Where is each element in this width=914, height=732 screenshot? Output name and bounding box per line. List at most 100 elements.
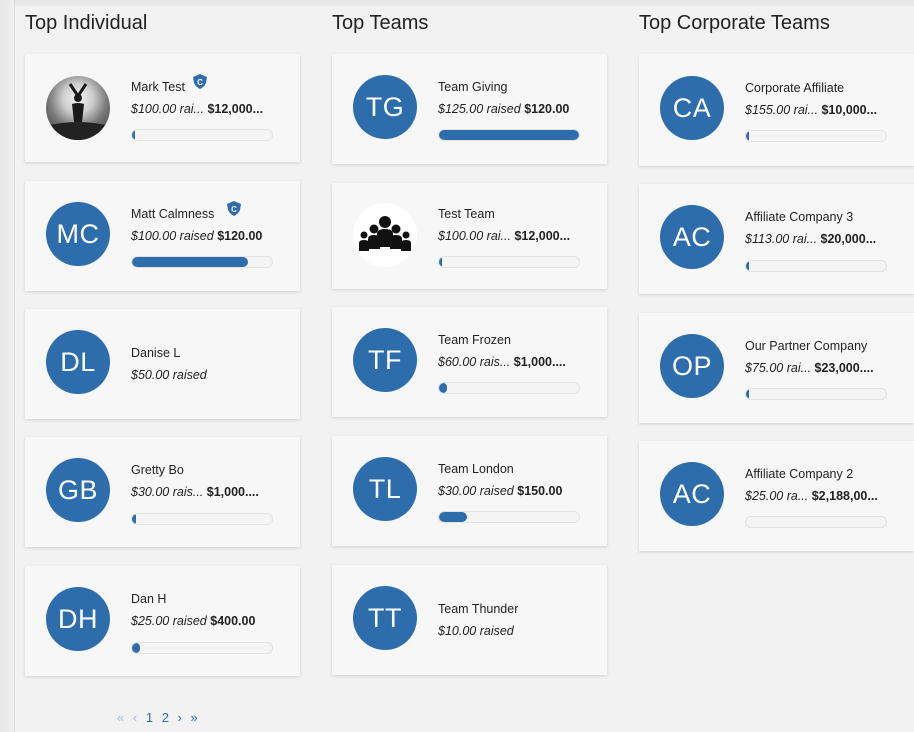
goal-amount: $1,000.... xyxy=(513,355,566,369)
team-name[interactable]: Team Frozen xyxy=(438,333,511,347)
leaderboard-card[interactable]: Test Team $100.00 rai... $12,000... xyxy=(332,183,607,289)
leaderboard-card[interactable]: GB Gretty Bo $30.00 rais... $1,000.... xyxy=(25,437,300,547)
goal-amount: $23,000.... xyxy=(814,361,874,375)
leaderboard-card[interactable]: DH Dan H $25.00 raised $400.00 xyxy=(25,566,300,676)
progress-bar xyxy=(131,513,273,525)
captain-badge-icon: C xyxy=(193,74,207,89)
progress-fill xyxy=(132,514,137,524)
raised-amount: $100.00 rai... xyxy=(131,102,204,116)
amounts-line: $25.00 raised $400.00 xyxy=(131,614,255,628)
amounts-line: $100.00 rai... $12,000... xyxy=(438,229,570,243)
goal-amount: $2,188,00... xyxy=(811,489,878,503)
leaderboard-card[interactable]: DL Danise L $50.00 raised xyxy=(25,309,300,419)
amounts-line: $60.00 rais... $1,000.... xyxy=(438,355,566,369)
raised-amount: $60.00 rais... xyxy=(438,355,511,369)
leaderboard-card[interactable]: OP Our Partner Company $75.00 rai... $23… xyxy=(639,313,914,423)
next-page-link[interactable]: › xyxy=(178,710,182,725)
team-name[interactable]: Our Partner Company xyxy=(745,339,867,353)
left-scroll-rail xyxy=(0,0,15,732)
goal-amount: $10,000... xyxy=(821,103,878,117)
goal-amount: $120.00 xyxy=(217,229,263,243)
group-people-icon xyxy=(353,203,417,267)
participant-name[interactable]: Gretty Bo xyxy=(131,463,184,477)
initials-avatar: TF xyxy=(353,328,417,392)
participant-name[interactable]: Matt Calmness xyxy=(131,207,214,221)
progress-fill xyxy=(439,383,448,393)
top-shade xyxy=(0,0,914,6)
initials-avatar: AC xyxy=(660,205,724,269)
column-title: Top Individual xyxy=(25,12,148,34)
progress-fill xyxy=(439,130,579,140)
amounts-line: $25.00 ra... $2,188,00... xyxy=(745,489,878,503)
progress-fill xyxy=(132,130,135,140)
progress-bar xyxy=(745,260,887,272)
initials-avatar: TT xyxy=(353,586,417,650)
participant-name[interactable]: Dan H xyxy=(131,592,166,606)
progress-bar xyxy=(438,511,580,523)
progress-fill xyxy=(439,512,467,522)
team-name[interactable]: Team Thunder xyxy=(438,602,518,616)
team-name[interactable]: Affiliate Company 3 xyxy=(745,210,853,224)
page-link-1[interactable]: 1 xyxy=(146,710,153,725)
raised-amount: $100.00 raised xyxy=(131,229,214,243)
progress-fill xyxy=(746,131,749,141)
raised-amount: $30.00 raised xyxy=(438,484,514,498)
raised-amount: $113.00 rai... xyxy=(745,232,818,246)
progress-bar xyxy=(745,516,887,528)
leaderboard-card[interactable]: TF Team Frozen $60.00 rais... $1,000.... xyxy=(332,307,607,417)
team-name[interactable]: Team London xyxy=(438,462,514,476)
amounts-line: $155.00 rai... $10,000... xyxy=(745,103,877,117)
goal-amount: $12,000... xyxy=(207,102,264,116)
leaderboard-card[interactable]: AC Affiliate Company 2 $25.00 ra... $2,1… xyxy=(639,441,914,551)
amounts-line: $113.00 rai... $20,000... xyxy=(745,232,876,246)
goal-amount: $150.00 xyxy=(517,484,563,498)
captain-badge-icon: C xyxy=(227,201,241,216)
last-page-link[interactable]: » xyxy=(191,710,198,725)
leaderboard-card[interactable]: TL Team London $30.00 raised $150.00 xyxy=(332,436,607,546)
progress-bar xyxy=(438,129,580,141)
leaderboard-card[interactable]: TG Team Giving $125.00 raised $120.00 xyxy=(332,54,607,164)
leaderboard-card[interactable]: TT Team Thunder $10.00 raised xyxy=(332,565,607,675)
raised-amount: $75.00 rai... xyxy=(745,361,812,375)
participant-name[interactable]: Danise L xyxy=(131,346,180,360)
progress-bar xyxy=(131,642,273,654)
initials-avatar: MC xyxy=(46,202,110,266)
pagination: « ‹ 1 2 › » xyxy=(117,710,203,725)
leaderboard-card[interactable]: CA Corporate Affiliate $155.00 rai... $1… xyxy=(639,54,914,166)
raised-amount: $100.00 rai... xyxy=(438,229,511,243)
initials-avatar: DL xyxy=(46,330,110,394)
goal-amount: $120.00 xyxy=(524,102,570,116)
team-name[interactable]: Affiliate Company 2 xyxy=(745,467,853,481)
raised-amount: $125.00 raised xyxy=(438,102,521,116)
raised-amount: $50.00 raised xyxy=(131,368,207,382)
column-title: Top Teams xyxy=(332,12,429,34)
team-name[interactable]: Test Team xyxy=(438,207,495,221)
initials-avatar: GB xyxy=(46,458,110,522)
progress-bar xyxy=(131,256,273,268)
goal-amount: $400.00 xyxy=(210,614,256,628)
amounts-line: $30.00 raised $150.00 xyxy=(438,484,562,498)
team-name[interactable]: Team Giving xyxy=(438,80,507,94)
page-link-2[interactable]: 2 xyxy=(162,710,169,725)
progress-fill xyxy=(132,643,141,653)
amounts-line: $10.00 raised xyxy=(438,624,514,638)
amounts-line: $100.00 rai... $12,000... xyxy=(131,102,263,116)
raised-amount: $25.00 raised xyxy=(131,614,207,628)
progress-fill xyxy=(439,257,442,267)
leaderboard-card[interactable]: MC Matt Calmness C $100.00 raised $120.0… xyxy=(25,181,300,291)
participant-name[interactable]: Mark Test xyxy=(131,80,185,94)
initials-avatar: TL xyxy=(353,457,417,521)
first-page-link[interactable]: « xyxy=(117,710,124,725)
leaderboard-card[interactable]: Mark Test C $100.00 rai... $12,000... xyxy=(25,54,300,162)
team-name[interactable]: Corporate Affiliate xyxy=(745,81,844,95)
raised-amount: $25.00 ra... xyxy=(745,489,809,503)
initials-avatar: AC xyxy=(660,462,724,526)
leaderboard-card[interactable]: AC Affiliate Company 3 $113.00 rai... $2… xyxy=(639,184,914,294)
raised-amount: $155.00 rai... xyxy=(745,103,818,117)
column-title: Top Corporate Teams xyxy=(639,12,830,34)
amounts-line: $100.00 raised $120.00 xyxy=(131,229,262,243)
prev-page-link[interactable]: ‹ xyxy=(133,710,137,725)
amounts-line: $75.00 rai... $23,000.... xyxy=(745,361,874,375)
initials-avatar: CA xyxy=(660,76,724,140)
goal-amount: $20,000... xyxy=(820,232,877,246)
